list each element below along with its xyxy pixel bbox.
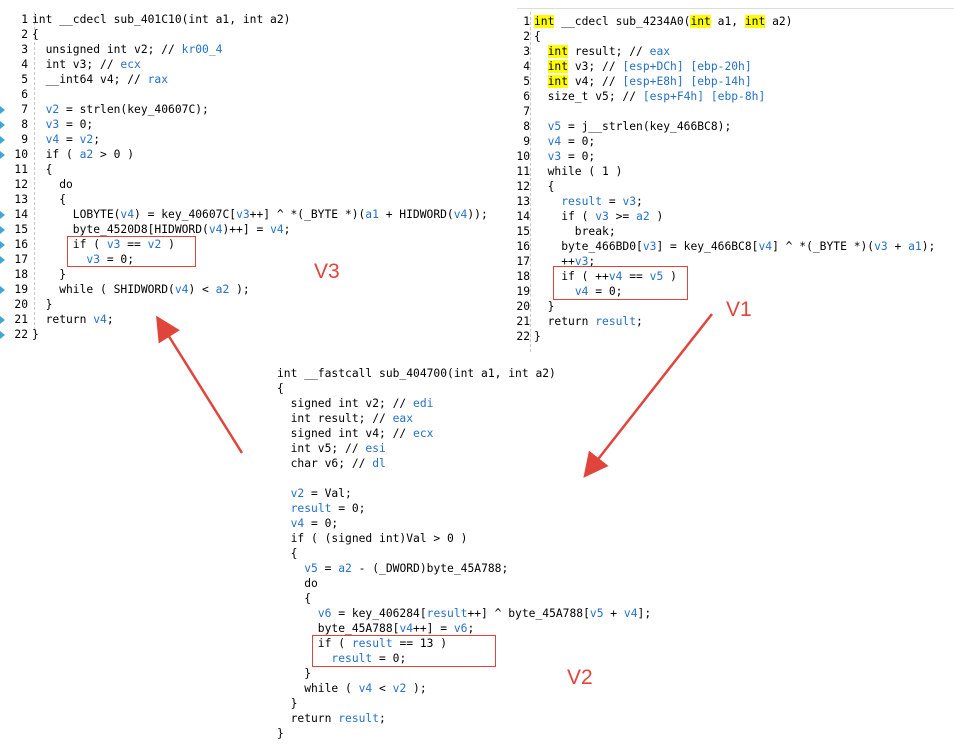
annotation-arrows bbox=[156, 313, 713, 478]
arrow-to-v3 bbox=[156, 315, 244, 454]
arrow-to-v1-to-v2 bbox=[583, 313, 713, 478]
